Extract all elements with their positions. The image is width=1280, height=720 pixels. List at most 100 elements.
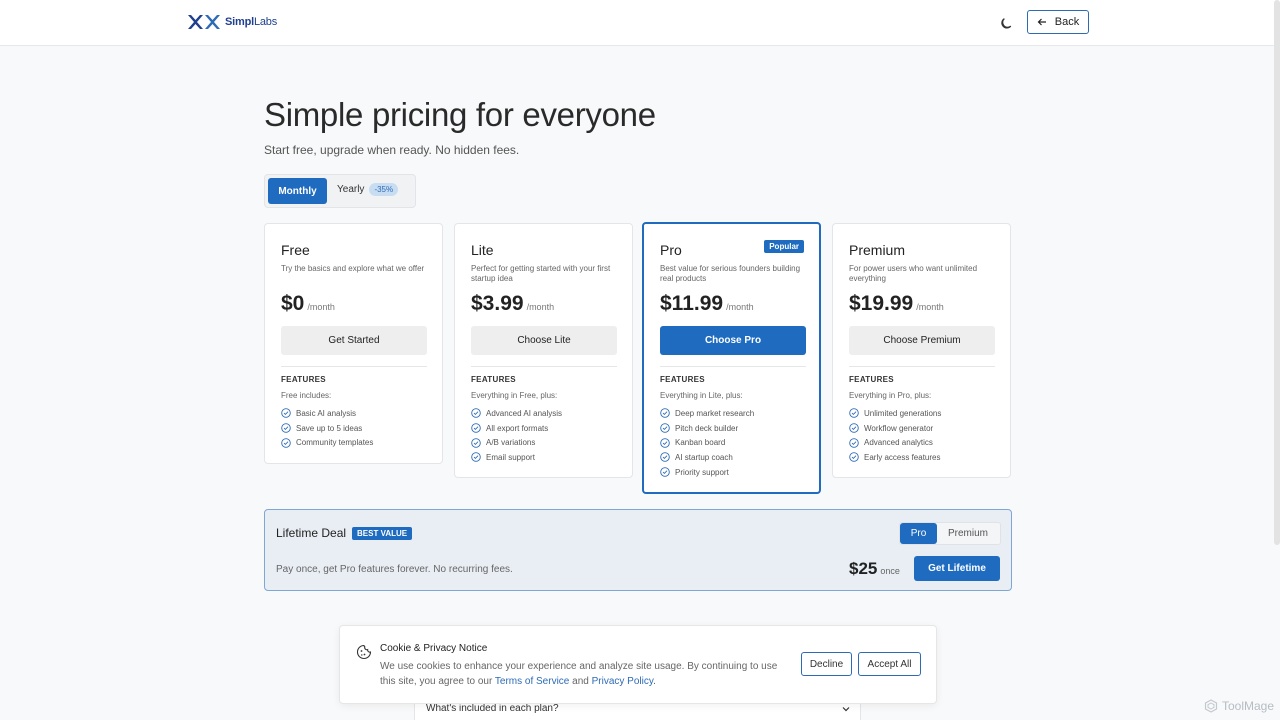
- check-circle-icon: [471, 408, 481, 419]
- check-circle-icon: [849, 423, 859, 433]
- feature-list: Unlimited generations Workflow generator…: [849, 406, 941, 465]
- toolmage-logo-icon: [1204, 699, 1218, 713]
- feature-item: Kanban board: [660, 435, 754, 450]
- features-label: FEATURES: [660, 375, 705, 384]
- check-circle-icon: [281, 423, 291, 433]
- feature-text: Community templates: [296, 438, 374, 448]
- cookie-text-after: .: [653, 676, 656, 687]
- logo-text: SimplLabs: [225, 16, 278, 28]
- accept-all-button[interactable]: Accept All: [858, 652, 921, 676]
- feature-text: Advanced analytics: [864, 438, 933, 448]
- choose-free-button[interactable]: Get Started: [281, 326, 427, 355]
- feature-item: Save up to 5 ideas: [281, 421, 373, 436]
- plan-price-amount: $0: [281, 292, 305, 315]
- feature-text: Advanced AI analysis: [486, 408, 563, 418]
- yearly-label: Yearly: [337, 184, 365, 195]
- card-divider: [281, 366, 427, 367]
- feature-text: AI startup coach: [675, 452, 733, 462]
- check-circle-icon: [281, 437, 291, 448]
- plan-price-period: /month: [916, 302, 944, 312]
- lifetime-pro-option[interactable]: Pro: [900, 523, 937, 544]
- feature-item: Advanced analytics: [849, 435, 941, 450]
- feature-item: Workflow generator: [849, 421, 941, 436]
- privacy-link[interactable]: Privacy Policy: [592, 676, 654, 687]
- get-lifetime-button[interactable]: Get Lifetime: [914, 556, 1000, 581]
- feature-item: All export formats: [471, 421, 562, 436]
- check-circle-icon: [660, 437, 670, 448]
- plan-card-pro: Pro Popular Best value for serious founder…: [642, 222, 821, 494]
- plan-name: Premium: [849, 242, 906, 258]
- lifetime-plan-switch: Pro Premium: [899, 522, 1001, 545]
- plan-card-lite: Lite Perfect for getting started with you…: [454, 223, 633, 478]
- plan-description: Try the basics and explore what we offer: [281, 264, 425, 273]
- back-button-label: Back: [1054, 16, 1080, 28]
- card-divider: [660, 366, 806, 367]
- scrollbar[interactable]: [1274, 0, 1280, 545]
- lifetime-description: Pay once, get Pro features forever. No r…: [276, 564, 513, 575]
- cookie-text: We use cookies to enhance your experienc…: [380, 659, 792, 689]
- choose-premium-button[interactable]: Choose Premium: [849, 326, 995, 355]
- yearly-toggle-button[interactable]: Yearly -35%: [337, 183, 399, 196]
- plan-price-period: /month: [726, 302, 754, 312]
- lifetime-price: $25 once: [849, 559, 900, 579]
- feature-list: Advanced AI analysis All export formats …: [471, 406, 562, 465]
- plan-name: Pro: [660, 242, 682, 258]
- chevron-down-icon: [842, 707, 850, 712]
- plan-price-period: /month: [526, 302, 555, 312]
- features-intro: Everything in Free, plus:: [471, 391, 558, 400]
- check-circle-icon: [471, 437, 481, 448]
- features-intro: Everything in Pro, plus:: [849, 391, 932, 400]
- cookie-text-middle: and: [569, 676, 592, 687]
- feature-item: Basic AI analysis: [281, 406, 373, 421]
- lifetime-title-text: Lifetime Deal: [276, 526, 347, 540]
- features-label: FEATURES: [281, 375, 326, 384]
- best-value-badge: BEST VALUE: [352, 526, 413, 540]
- feature-item: Advanced AI analysis: [471, 406, 562, 421]
- check-circle-icon: [471, 452, 481, 463]
- feature-item: Email support: [471, 450, 562, 465]
- lifetime-price-period: once: [880, 566, 900, 576]
- feature-text: Pitch deck builder: [675, 423, 739, 433]
- plan-card-free: Free Try the basics and explore what we o…: [264, 223, 443, 464]
- plan-price-amount: $11.99: [660, 292, 724, 315]
- card-divider: [471, 366, 617, 367]
- feature-text: Priority support: [675, 467, 729, 477]
- check-circle-icon: [849, 408, 859, 419]
- choose-pro-button[interactable]: Choose Pro: [660, 326, 806, 355]
- plan-name: Free: [281, 242, 310, 258]
- cookie-icon: [356, 644, 372, 660]
- plan-price-period: /month: [307, 302, 335, 312]
- feature-text: A/B variations: [486, 438, 536, 448]
- feature-item: Priority support: [660, 465, 754, 480]
- check-circle-icon: [849, 452, 859, 463]
- feature-text: Kanban board: [675, 438, 726, 448]
- lifetime-title: Lifetime Deal BEST VALUE: [276, 526, 413, 540]
- feature-item: Community templates: [281, 435, 373, 450]
- terms-link[interactable]: Terms of Service: [495, 676, 569, 687]
- cookie-banner: Cookie & Privacy Notice We use cookies t…: [339, 625, 937, 704]
- plan-price-amount: $19.99: [849, 292, 914, 315]
- feature-item: Deep market research: [660, 406, 754, 421]
- choose-lite-button[interactable]: Choose Lite: [471, 326, 617, 355]
- check-circle-icon: [281, 408, 291, 419]
- faq-question: What's included in each plan?: [426, 703, 559, 714]
- feature-item: AI startup coach: [660, 450, 754, 465]
- check-circle-icon: [660, 467, 670, 477]
- features-intro: Everything in Lite, plus:: [660, 391, 743, 400]
- monthly-toggle-button[interactable]: Monthly: [268, 178, 327, 204]
- decline-button[interactable]: Decline: [801, 652, 852, 676]
- check-circle-icon: [849, 437, 859, 448]
- lifetime-premium-option[interactable]: Premium: [948, 528, 988, 539]
- theme-toggle-button[interactable]: [999, 15, 1015, 31]
- feature-list: Deep market research Pitch deck builder …: [660, 406, 754, 479]
- lifetime-deal-panel: Lifetime Deal BEST VALUE Pay once, get P…: [264, 509, 1012, 591]
- back-button[interactable]: Back: [1027, 10, 1089, 34]
- billing-toggle: Monthly Yearly -35%: [264, 174, 416, 208]
- feature-item: Pitch deck builder: [660, 421, 754, 436]
- check-circle-icon: [471, 423, 481, 433]
- plan-description: Best value for serious founders building…: [660, 264, 801, 283]
- page-subtitle: Start free, upgrade when ready. No hidde…: [264, 143, 520, 157]
- logo[interactable]: SimplLabs: [187, 14, 277, 30]
- feature-text: Early access features: [864, 452, 941, 462]
- double-x-logo-icon: [187, 14, 221, 30]
